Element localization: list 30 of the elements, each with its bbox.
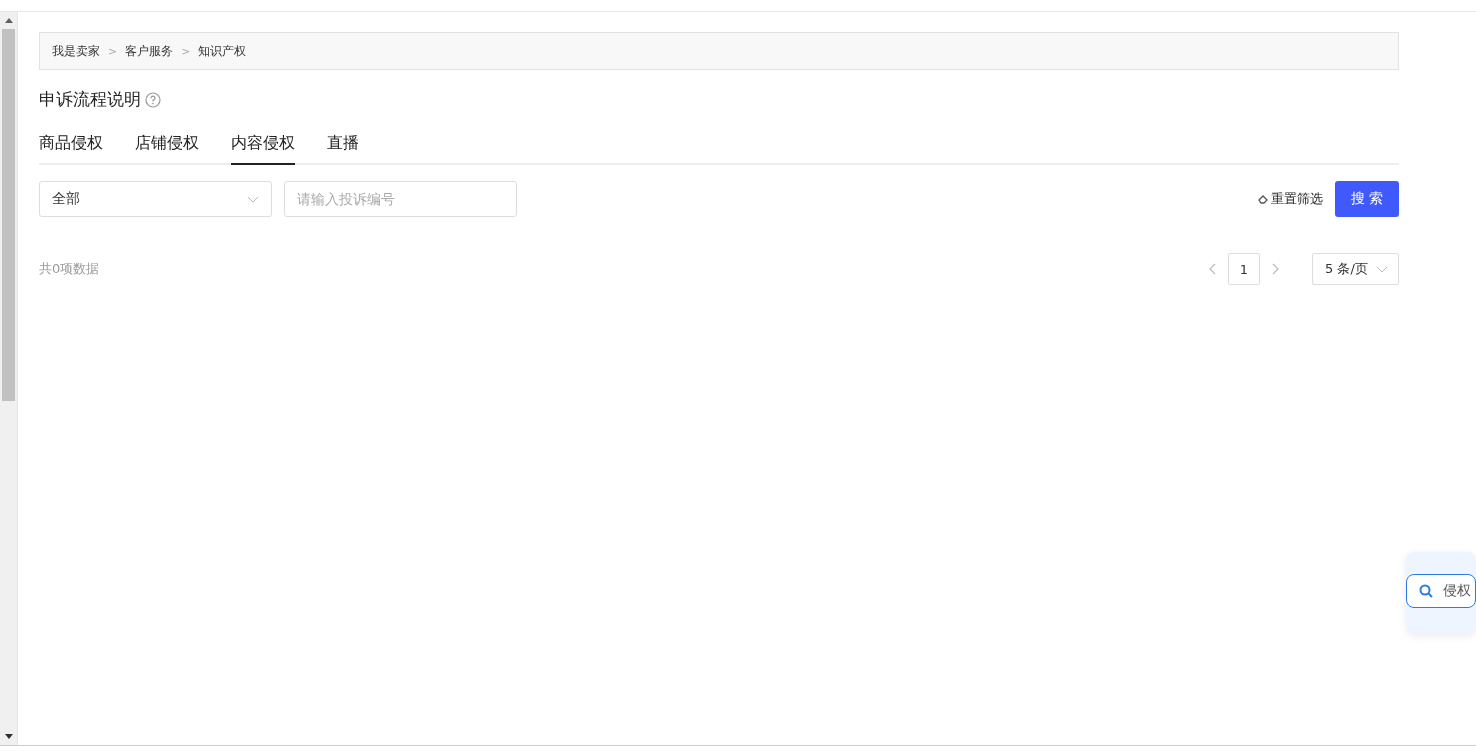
chevron-down-icon	[1376, 265, 1388, 273]
scrollbar[interactable]	[0, 12, 18, 745]
breadcrumb-separator: >	[181, 44, 191, 58]
tab[interactable]: 店铺侵权	[135, 133, 199, 165]
type-select[interactable]: 全部	[39, 181, 272, 217]
floating-panel[interactable]: 侵权	[1406, 552, 1476, 634]
breadcrumb-separator: >	[108, 44, 118, 58]
breadcrumb-link[interactable]: 我是卖家	[52, 42, 100, 60]
breadcrumb-link[interactable]: 知识产权	[198, 42, 247, 60]
search-icon	[1419, 584, 1433, 598]
previous-page-icon[interactable]	[1208, 263, 1216, 275]
page-title: 申诉流程说明	[39, 88, 141, 111]
next-page-icon[interactable]	[1272, 263, 1280, 275]
help-icon[interactable]	[145, 91, 161, 108]
search-button[interactable]: 搜 索	[1335, 181, 1399, 217]
eraser-icon	[1258, 194, 1268, 204]
page-number[interactable]: 1	[1228, 253, 1260, 285]
total-count: 共0项数据	[39, 260, 100, 278]
tab[interactable]: 直播	[327, 133, 359, 165]
scrollbar-thumb[interactable]	[2, 29, 15, 401]
chevron-down-icon	[247, 195, 259, 203]
scroll-up-icon[interactable]	[4, 18, 13, 23]
tab[interactable]: 内容侵权	[231, 133, 295, 165]
tab[interactable]: 商品侵权	[39, 133, 103, 165]
complaint-number-field[interactable]: 请输入投诉编号	[284, 181, 517, 217]
reset-filter-button[interactable]: 重置筛选	[1258, 190, 1323, 208]
floating-search-field[interactable]: 侵权	[1406, 574, 1476, 608]
breadcrumb-link[interactable]: 客户服务	[125, 42, 174, 60]
scroll-down-icon[interactable]	[4, 734, 13, 739]
page-size-select[interactable]: 5 条/页	[1312, 253, 1399, 285]
